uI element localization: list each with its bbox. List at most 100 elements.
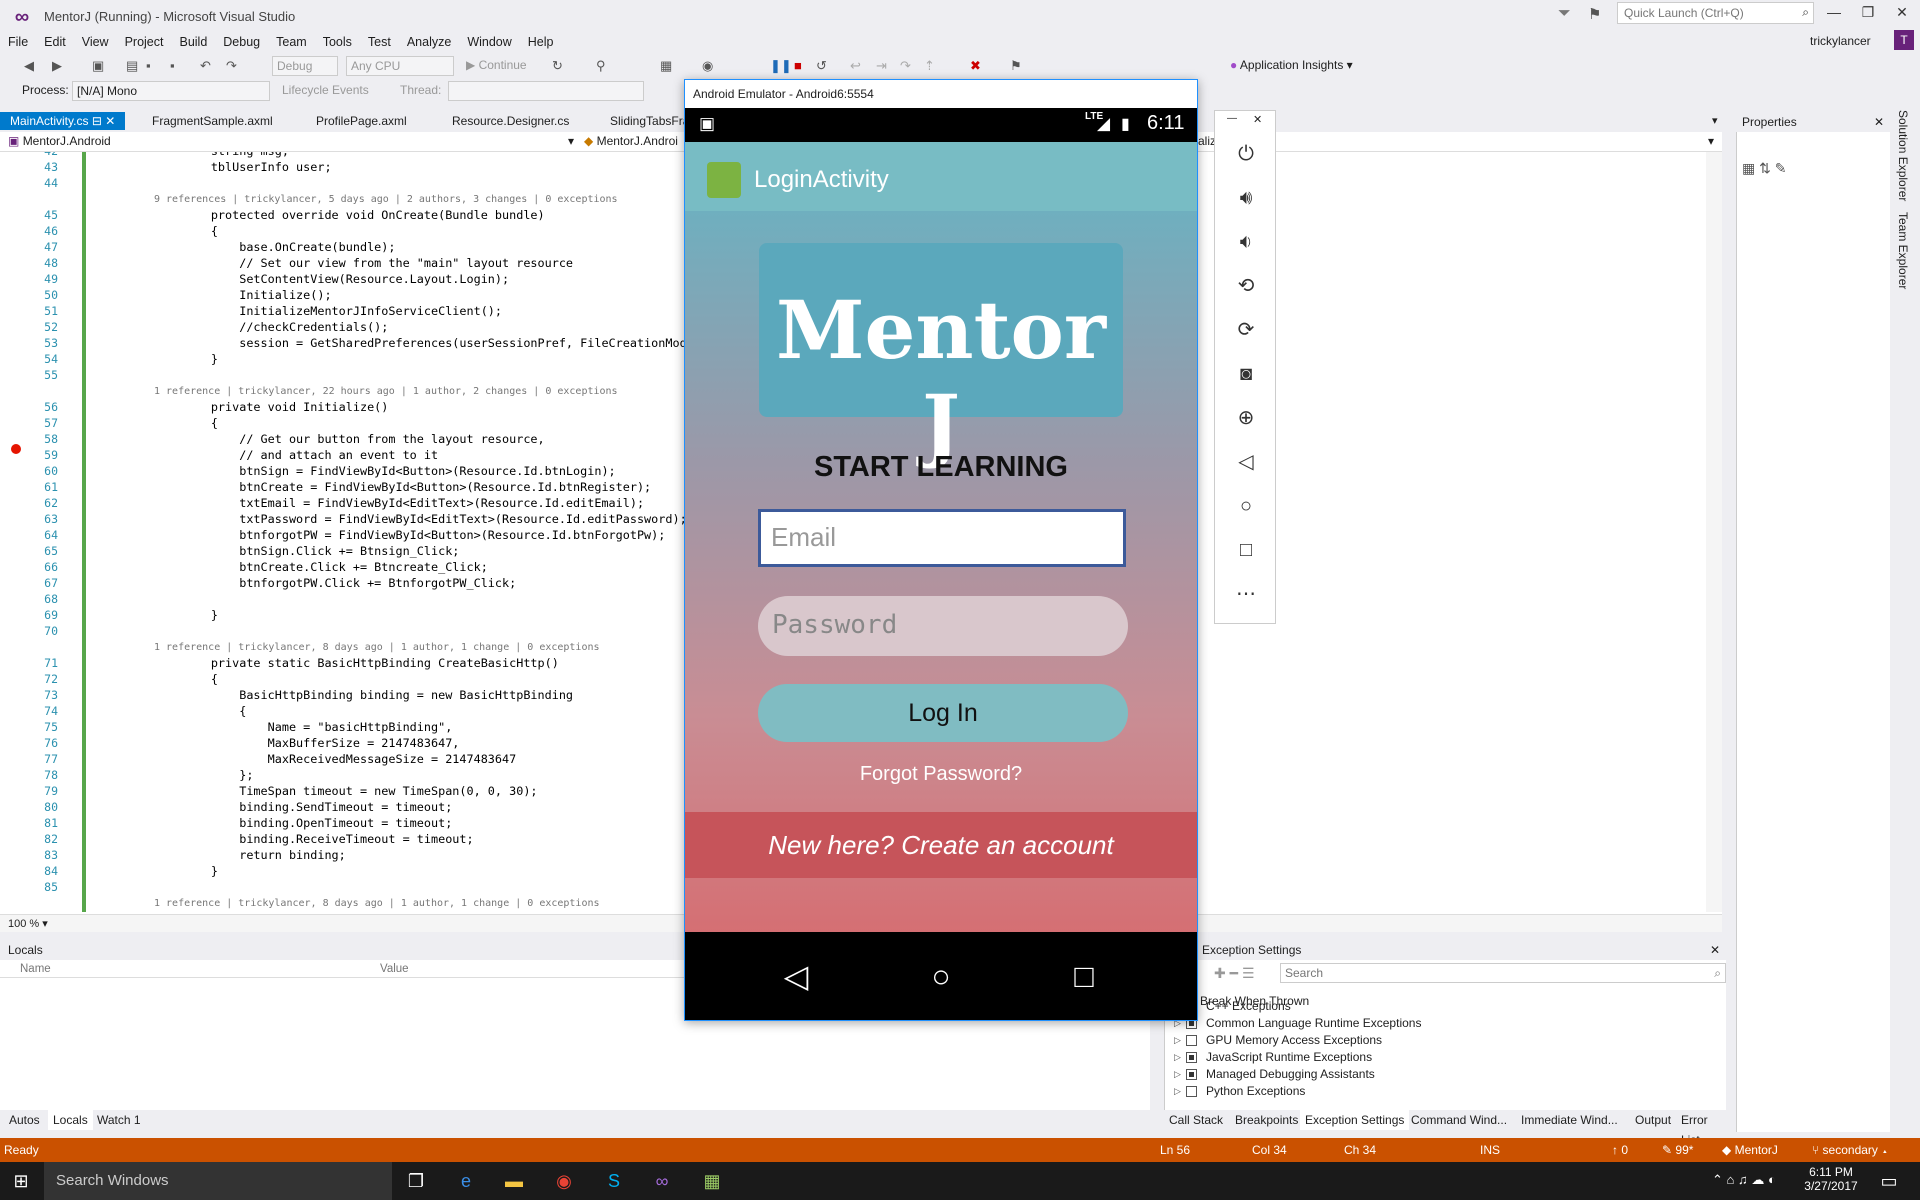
menu-edit[interactable]: Edit bbox=[36, 32, 74, 52]
tab-error-list[interactable]: Error List bbox=[1676, 1110, 1726, 1147]
forward-icon[interactable]: ▶ bbox=[52, 58, 62, 74]
continue-button[interactable]: ▶ Continue bbox=[466, 58, 527, 72]
code-line[interactable]: { bbox=[154, 672, 218, 686]
clock[interactable]: 6:11 PM 3/27/2017 bbox=[1796, 1165, 1866, 1193]
home-icon[interactable]: ○ bbox=[916, 952, 966, 1000]
save-icon[interactable]: ▪ bbox=[146, 58, 151, 73]
member-dropdown[interactable]: aliz ▾ bbox=[1198, 134, 1718, 148]
android-emulator-taskbar-icon[interactable]: ▦ bbox=[697, 1168, 727, 1194]
show-next-statement-icon[interactable]: ↩ bbox=[850, 58, 861, 74]
exception-checkbox[interactable] bbox=[1186, 1035, 1197, 1046]
system-tray-icons[interactable]: ⌃ ⌂ ♫ ☁ ◐ bbox=[1712, 1172, 1776, 1188]
code-line[interactable]: binding.OpenTimeout = timeout; bbox=[154, 816, 452, 830]
wrench-icon[interactable]: ✎ bbox=[1775, 160, 1787, 176]
code-line[interactable]: btnforgotPW = FindViewById<Button>(Resou… bbox=[154, 528, 665, 542]
menu-debug[interactable]: Debug bbox=[215, 32, 268, 52]
tab-call-stack[interactable]: Call Stack bbox=[1164, 1110, 1228, 1130]
thread-select[interactable] bbox=[448, 81, 644, 101]
tab-team-explorer[interactable]: Team Explorer bbox=[1896, 212, 1910, 289]
code-line[interactable]: BasicHttpBinding binding = new BasicHttp… bbox=[154, 688, 573, 702]
code-line[interactable]: //checkCredentials(); bbox=[154, 320, 388, 334]
save-all-icon[interactable]: ▪ bbox=[170, 58, 175, 73]
password-field[interactable]: Password bbox=[758, 596, 1128, 656]
code-line[interactable]: txtPassword = FindViewById<EditText>(Res… bbox=[154, 512, 686, 526]
process-select[interactable]: [N/A] Mono bbox=[72, 81, 270, 101]
menu-test[interactable]: Test bbox=[360, 32, 399, 52]
exception-row[interactable]: ▷ JavaScript Runtime Exceptions bbox=[1170, 1049, 1720, 1066]
tab-mainactivity[interactable]: MainActivity.cs ⊟ ✕ bbox=[0, 112, 126, 130]
skype-icon[interactable]: S bbox=[599, 1168, 629, 1194]
tab-fragmentsample[interactable]: FragmentSample.axml bbox=[142, 112, 283, 130]
find-icon[interactable]: ⚲ bbox=[596, 58, 606, 74]
windows-start-icon[interactable]: ⊞ bbox=[6, 1168, 36, 1194]
project-dropdown[interactable]: ▣ MentorJ.Android ▾ bbox=[8, 134, 578, 148]
toolbox-icon[interactable]: ▦ bbox=[660, 58, 672, 74]
code-line[interactable]: MaxBufferSize = 2147483647, bbox=[154, 736, 460, 750]
code-line[interactable]: btnCreate.Click += Btncreate_Click; bbox=[154, 560, 488, 574]
zoom-icon[interactable]: ⊕ bbox=[1231, 403, 1261, 433]
categorized-icon[interactable]: ▦ bbox=[1742, 160, 1755, 176]
restart-icon[interactable]: ↻ bbox=[552, 58, 563, 74]
restart-debug-icon[interactable]: ↺ bbox=[816, 58, 827, 74]
lifecycle-events-select[interactable]: Lifecycle Events bbox=[282, 83, 369, 97]
exception-row[interactable]: ▷ Common Language Runtime Exceptions bbox=[1170, 1015, 1720, 1032]
tab-breakpoints[interactable]: Breakpoints bbox=[1230, 1110, 1303, 1130]
create-account-button[interactable]: New here? Create an account bbox=[685, 812, 1197, 878]
configuration-select[interactable]: Debug bbox=[272, 56, 338, 76]
code-line[interactable]: session = GetSharedPreferences(userSessi… bbox=[154, 336, 750, 350]
pin-icon[interactable]: ⊟ bbox=[92, 114, 102, 128]
code-line[interactable]: private static BasicHttpBinding CreateBa… bbox=[154, 656, 559, 670]
breakpoint-toggle-icon[interactable]: ✖ bbox=[970, 58, 981, 74]
code-line[interactable]: } bbox=[154, 608, 218, 622]
tab-solution-explorer[interactable]: Solution Explorer bbox=[1896, 110, 1910, 201]
code-line[interactable]: // Set our view from the "main" layout r… bbox=[154, 256, 573, 270]
user-name[interactable]: trickylancer bbox=[1810, 34, 1871, 48]
expand-icon[interactable]: ▷ bbox=[1174, 1066, 1181, 1083]
close-icon[interactable]: ✕ bbox=[1253, 113, 1262, 126]
code-line[interactable]: binding.ReceiveTimeout = timeout; bbox=[154, 832, 473, 846]
minimize-icon[interactable]: — bbox=[1227, 113, 1237, 124]
step-into-icon[interactable]: ⇥ bbox=[876, 58, 887, 74]
branch-button[interactable]: ⑂ secondary ▴ bbox=[1812, 1143, 1888, 1157]
remove-icon[interactable]: ━ bbox=[1230, 965, 1238, 981]
code-line[interactable]: Initialize(); bbox=[154, 288, 331, 302]
email-field[interactable]: Email bbox=[758, 509, 1126, 567]
action-center-icon[interactable]: ▭ bbox=[1874, 1168, 1904, 1194]
exception-row[interactable]: ▷C++ Exceptions bbox=[1170, 998, 1720, 1015]
minimize-button[interactable]: — bbox=[1819, 4, 1849, 26]
application-insights-button[interactable]: ● Application Insights ▾ bbox=[1230, 58, 1353, 72]
back-icon[interactable]: ◀ bbox=[24, 58, 34, 74]
code-line[interactable]: binding.SendTimeout = timeout; bbox=[154, 800, 452, 814]
pending-changes-button[interactable]: ✎ 99* bbox=[1662, 1143, 1693, 1157]
tab-profilepage[interactable]: ProfilePage.axml bbox=[306, 112, 417, 130]
rotate-left-icon[interactable]: ⟲ bbox=[1231, 271, 1261, 301]
more-icon[interactable]: ⋯ bbox=[1231, 579, 1261, 609]
back-icon[interactable]: ◁ bbox=[1231, 447, 1261, 477]
camera-icon[interactable]: ◙ bbox=[1231, 359, 1261, 389]
column-name[interactable]: Name bbox=[20, 963, 51, 975]
menu-help[interactable]: Help bbox=[520, 32, 562, 52]
code-line[interactable]: }; bbox=[154, 768, 253, 782]
tab-immediate-window[interactable]: Immediate Wind... bbox=[1516, 1110, 1623, 1130]
code-line[interactable]: { bbox=[154, 224, 218, 238]
exception-checkbox[interactable] bbox=[1186, 1069, 1197, 1080]
class-dropdown[interactable]: ◆ MentorJ.Androi bbox=[584, 134, 684, 148]
tab-exception-settings[interactable]: Exception Settings bbox=[1300, 1110, 1410, 1130]
codelens[interactable]: 1 reference | trickylancer, 8 days ago |… bbox=[154, 642, 600, 653]
avatar[interactable]: T bbox=[1894, 30, 1914, 50]
exception-row[interactable]: ▷ Python Exceptions bbox=[1170, 1083, 1720, 1100]
exception-row[interactable]: ▷ Managed Debugging Assistants bbox=[1170, 1066, 1720, 1083]
notifications-filter-icon[interactable]: ⏷ bbox=[1558, 5, 1571, 23]
code-line[interactable]: { bbox=[154, 416, 218, 430]
quick-launch-input[interactable]: Quick Launch (Ctrl+Q) ⌕ bbox=[1617, 2, 1814, 24]
redo-icon[interactable]: ↷ bbox=[226, 58, 237, 74]
tab-locals[interactable]: Locals bbox=[48, 1110, 93, 1130]
codelens[interactable]: 1 reference | trickylancer, 22 hours ago… bbox=[154, 386, 618, 397]
code-line[interactable]: txtEmail = FindViewById<EditText>(Resour… bbox=[154, 496, 644, 510]
code-line[interactable]: } bbox=[154, 352, 218, 366]
code-line[interactable]: } bbox=[154, 864, 218, 878]
open-file-icon[interactable]: ▤ bbox=[126, 58, 138, 74]
code-line[interactable]: btnSign.Click += Btnsign_Click; bbox=[154, 544, 459, 558]
code-line[interactable]: private void Initialize() bbox=[154, 400, 389, 414]
chrome-icon[interactable]: ◉ bbox=[549, 1168, 579, 1194]
